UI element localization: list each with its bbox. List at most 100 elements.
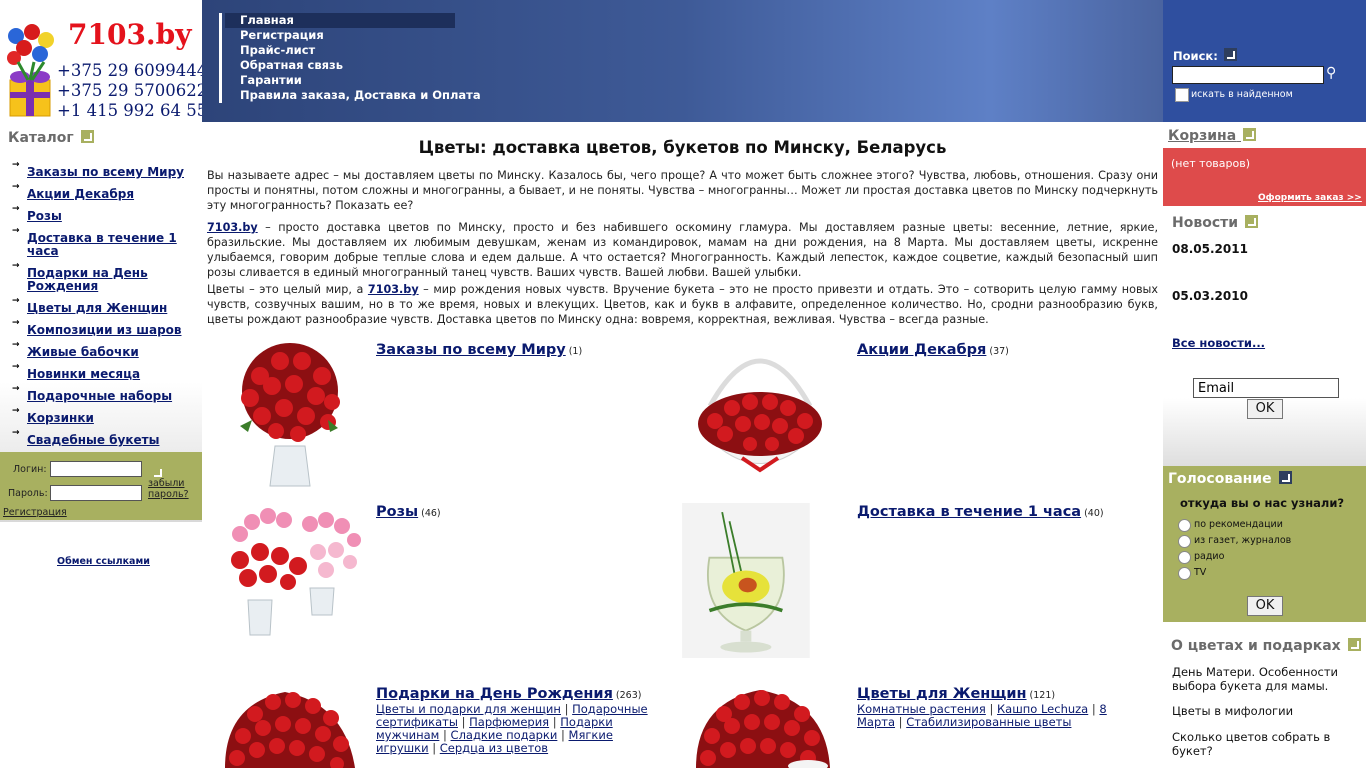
forgot-password-link[interactable]: забыли пароль?	[148, 478, 189, 500]
checkout-link[interactable]: Оформить заказ >>	[1258, 193, 1362, 203]
nav-pricelist[interactable]: Прайс-лист	[240, 43, 470, 58]
password-input[interactable]	[50, 485, 142, 501]
category-link-1hour[interactable]: Доставка в течение 1 часа	[857, 504, 1081, 520]
register-link[interactable]: Регистрация	[3, 507, 67, 518]
category-title: Акции Декабря (37)	[857, 342, 1009, 358]
catalog-link-roses[interactable]: Розы	[27, 209, 62, 223]
links-exchange-link[interactable]: Обмен ссылками	[57, 556, 150, 567]
subcategory-link[interactable]: Сердца из цветов	[440, 741, 548, 755]
vote-option-label: радио	[1194, 551, 1225, 562]
vote-radio[interactable]	[1178, 519, 1191, 532]
birthday-subcategories: Цветы и подарки для женщин | Подарочные …	[376, 702, 648, 755]
intro-paragraph-2: 7103.by – просто доставка цветов по Минс…	[207, 220, 1158, 280]
nav-feedback[interactable]: Обратная связь	[240, 58, 470, 73]
cart-heading-label: Корзина	[1168, 128, 1237, 144]
subcategory-link[interactable]: Сладкие подарки	[451, 728, 558, 742]
subcategory-link[interactable]: Кашпо Lechuza	[997, 702, 1088, 716]
catalog-link-wedding[interactable]: Свадебные букеты	[27, 433, 159, 447]
women-subcategories: Комнатные растения | Кашпо Lechuza | 8 М…	[857, 702, 1107, 729]
category-count: (37)	[989, 346, 1009, 357]
category-link-world[interactable]: Заказы по всему Миру	[376, 342, 566, 358]
category-count: (121)	[1029, 690, 1056, 701]
category-image-1hour[interactable]	[675, 503, 835, 658]
subcategory-link[interactable]: Комнатные растения	[857, 702, 986, 716]
category-image-world[interactable]	[210, 336, 370, 491]
all-news-link[interactable]: Все новости...	[1172, 336, 1265, 350]
phone-2: +375 29 5700622	[57, 81, 208, 100]
category-link-roses[interactable]: Розы	[376, 504, 418, 520]
about-article-link[interactable]: Цветы в мифологии	[1172, 704, 1352, 718]
subscribe-ok-button[interactable]: OK	[1247, 399, 1283, 419]
search-input[interactable]	[1172, 66, 1324, 84]
category-image-december[interactable]	[680, 336, 840, 491]
login-input[interactable]	[50, 461, 142, 477]
catalog-item: Новинки месяца	[0, 361, 202, 381]
gift-bouquet-logo[interactable]	[4, 22, 56, 118]
category-link-birthday[interactable]: Подарки на День Рождения	[376, 686, 613, 702]
vote-heading: Голосование	[1168, 471, 1292, 487]
about-article-link[interactable]: Сколько цветов собрать в букет?	[1172, 730, 1352, 758]
catalog-link-butterflies[interactable]: Живые бабочки	[27, 345, 139, 359]
intro-paragraph-3-text-a: Цветы – это целый мир, а	[207, 283, 368, 296]
catalog-link-balloons[interactable]: Композиции из шаров	[27, 323, 182, 337]
catalog-item: Акции Декабря	[0, 181, 202, 201]
site-link[interactable]: 7103.by	[207, 221, 258, 234]
news-heading: Новости	[1172, 215, 1258, 231]
category-image-birthday[interactable]	[215, 684, 365, 768]
catalog-link-giftsets[interactable]: Подарочные наборы	[27, 389, 172, 403]
nav-guarantees[interactable]: Гарантии	[240, 73, 470, 88]
search-label-text: Поиск:	[1173, 49, 1218, 63]
category-link-december[interactable]: Акции Декабря	[857, 342, 986, 358]
vote-radio[interactable]	[1178, 551, 1191, 564]
site-name[interactable]: 7103.by	[68, 18, 192, 51]
subcategory-link[interactable]: Стабилизированные цветы	[906, 715, 1071, 729]
subcategory-link[interactable]: Цветы и подарки для женщин	[376, 702, 561, 716]
page-title: Цветы: доставка цветов, букетов по Минск…	[418, 138, 947, 157]
vote-radio[interactable]	[1178, 535, 1191, 548]
email-field[interactable]	[1193, 378, 1339, 398]
cart-heading[interactable]: Корзина	[1168, 128, 1257, 144]
category-count: (46)	[421, 508, 441, 519]
vote-question: откуда вы о нас узнали?	[1180, 496, 1345, 510]
intro-paragraph-1: Вы называете адрес – мы доставляем цветы…	[207, 169, 1158, 212]
news-heading-label: Новости	[1172, 215, 1239, 231]
nav-home[interactable]: Главная	[225, 13, 455, 28]
subcategory-link[interactable]: Парфюмерия	[469, 715, 549, 729]
category-title: Цветы для Женщин (121)	[857, 686, 1055, 702]
catalog-link-birthday[interactable]: Подарки на День Рождения	[27, 266, 148, 293]
about-article-link[interactable]: День Матери. Особенности выбора букета д…	[1172, 665, 1352, 693]
catalog-item: Заказы по всему Миру	[0, 159, 202, 179]
nav-rules[interactable]: Правила заказа, Доставка и Оплата	[240, 88, 481, 103]
news-date[interactable]: 05.03.2010	[1172, 289, 1248, 303]
arrow-icon	[1347, 638, 1361, 651]
vote-ok-button[interactable]: OK	[1247, 596, 1283, 616]
magnifier-icon[interactable]: ⚲	[1326, 65, 1336, 81]
search-in-results-checkbox[interactable]	[1175, 88, 1189, 102]
catalog-link-world[interactable]: Заказы по всему Миру	[27, 165, 184, 179]
catalog-link-new[interactable]: Новинки месяца	[27, 367, 140, 381]
catalog-link-baskets[interactable]: Корзинки	[27, 411, 94, 425]
cart-empty-text: (нет товаров)	[1171, 157, 1251, 170]
arrow-icon	[1243, 128, 1257, 141]
about-heading-label: О цветах и подарках	[1171, 638, 1341, 654]
category-title: Доставка в течение 1 часа (40)	[857, 504, 1104, 520]
arrow-icon	[1244, 215, 1258, 228]
news-date[interactable]: 08.05.2011	[1172, 242, 1248, 256]
site-link[interactable]: 7103.by	[368, 283, 419, 296]
catalog-item: Живые бабочки	[0, 339, 202, 359]
category-image-roses[interactable]	[210, 500, 370, 655]
category-link-women[interactable]: Цветы для Женщин	[857, 686, 1027, 702]
arrow-icon	[1278, 471, 1292, 484]
catalog-link-women[interactable]: Цветы для Женщин	[27, 301, 167, 315]
vote-option-label: из газет, журналов	[1194, 535, 1292, 546]
catalog-link-1hour[interactable]: Доставка в течение 1 часа	[27, 231, 177, 258]
catalog-link-december[interactable]: Акции Декабря	[27, 187, 134, 201]
vote-radio[interactable]	[1178, 567, 1191, 580]
intro-paragraph-3: Цветы – это целый мир, а 7103.by – мир р…	[207, 282, 1158, 327]
about-heading: О цветах и подарках	[1171, 638, 1361, 654]
catalog-item: Подарки на День Рождения	[0, 260, 202, 293]
category-image-women[interactable]	[688, 684, 838, 768]
category-count: (40)	[1084, 508, 1104, 519]
nav-registration[interactable]: Регистрация	[240, 28, 470, 43]
catalog-heading-label: Каталог	[8, 130, 74, 146]
